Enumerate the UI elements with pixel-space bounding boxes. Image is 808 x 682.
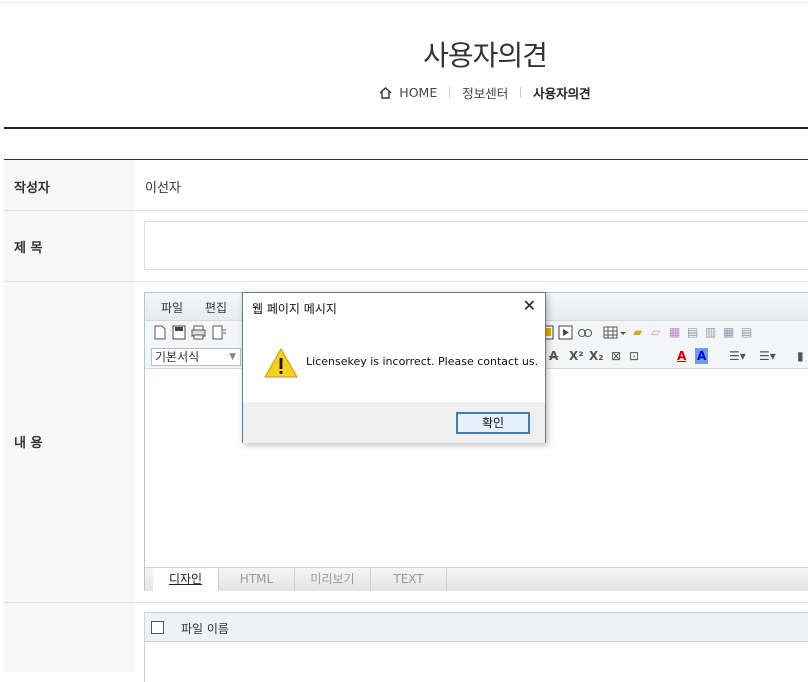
find-replace-icon[interactable]: ⊡ xyxy=(629,348,639,364)
editor-mode-tabs: 디자인 HTML 미리보기 TEXT xyxy=(145,567,808,591)
format-select-value: 기본서식 xyxy=(155,350,200,364)
background-color-icon[interactable]: A xyxy=(695,348,709,364)
superscript-icon[interactable]: X² xyxy=(569,348,584,364)
chevron-down-icon: ▼ xyxy=(229,352,236,362)
attachment-table-header: 파일 이름 xyxy=(144,612,808,642)
eraser-icon[interactable]: ▱ xyxy=(651,324,660,340)
insert-row-icon[interactable]: ▦ xyxy=(723,324,734,340)
breadcrumb-separator xyxy=(449,87,451,98)
menu-edit[interactable]: 편집 xyxy=(205,299,227,316)
label-column xyxy=(4,603,134,672)
new-document-icon[interactable] xyxy=(153,325,167,340)
highlight-icon[interactable]: ▰ xyxy=(633,324,642,340)
file-name-column: 파일 이름 xyxy=(181,622,229,636)
insert-column-icon[interactable]: ▥ xyxy=(705,324,716,340)
close-icon[interactable]: ✕ xyxy=(523,296,536,315)
tab-text[interactable]: TEXT xyxy=(371,568,447,591)
row-divider xyxy=(4,210,808,211)
numbered-list-icon[interactable]: ☰▾ xyxy=(729,348,746,364)
tab-preview[interactable]: 미리보기 xyxy=(295,568,371,591)
media-icon[interactable] xyxy=(558,325,573,340)
strikethrough-icon[interactable]: A xyxy=(549,348,558,364)
cell-merge-icon[interactable]: ▦ xyxy=(669,324,680,340)
subscript-icon[interactable]: X₂ xyxy=(589,348,604,364)
warning-icon xyxy=(264,348,298,378)
save-icon[interactable] xyxy=(172,325,186,340)
tab-design[interactable]: 디자인 xyxy=(153,568,219,591)
header-rule xyxy=(4,127,808,129)
delete-cell-icon[interactable]: ▤ xyxy=(741,324,752,340)
table-icon[interactable] xyxy=(603,325,627,340)
link-icon[interactable] xyxy=(577,325,593,340)
breadcrumb-home[interactable]: HOME xyxy=(399,85,437,100)
dialog-title: 웹 페이지 메시지 xyxy=(252,302,337,316)
home-icon[interactable] xyxy=(379,86,392,99)
insert-special-icon[interactable]: ⊠ xyxy=(611,348,621,364)
breadcrumb: HOME 정보센터 사용자의견 xyxy=(0,83,808,102)
row-divider xyxy=(4,602,808,603)
breadcrumb-section[interactable]: 정보센터 xyxy=(462,86,508,101)
preview-icon[interactable] xyxy=(211,325,227,340)
page-title: 사용자의견 xyxy=(423,39,548,72)
breadcrumb-separator xyxy=(520,87,522,98)
menu-file[interactable]: 파일 xyxy=(161,299,183,316)
subject-input[interactable] xyxy=(144,221,808,270)
subject-label: 제 목 xyxy=(14,241,43,256)
tab-html[interactable]: HTML xyxy=(219,568,295,591)
font-color-icon[interactable]: A xyxy=(677,348,686,364)
select-all-checkbox[interactable] xyxy=(151,621,164,634)
attachment-list[interactable] xyxy=(144,642,808,682)
author-label: 작성자 xyxy=(14,181,50,196)
format-select[interactable]: 기본서식 ▼ xyxy=(151,348,241,366)
breadcrumb-current: 사용자의견 xyxy=(533,86,591,101)
top-divider xyxy=(0,2,808,3)
row-divider xyxy=(4,281,808,282)
dialog-message: Licensekey is incorrect. Please contact … xyxy=(306,355,539,368)
cell-split-icon[interactable]: ▤ xyxy=(687,324,698,340)
message-dialog: 웹 페이지 메시지 ✕ Licensekey is incorrect. Ple… xyxy=(242,292,546,443)
bullet-list-icon[interactable]: ☰▾ xyxy=(759,348,776,364)
dialog-footer: 확인 xyxy=(243,402,545,443)
content-label: 내 용 xyxy=(14,436,43,451)
align-icon[interactable]: ▮ xyxy=(797,348,804,364)
label-column xyxy=(4,160,134,602)
author-value: 이선자 xyxy=(145,181,181,196)
print-icon[interactable] xyxy=(191,325,207,340)
ok-button[interactable]: 확인 xyxy=(456,412,530,434)
